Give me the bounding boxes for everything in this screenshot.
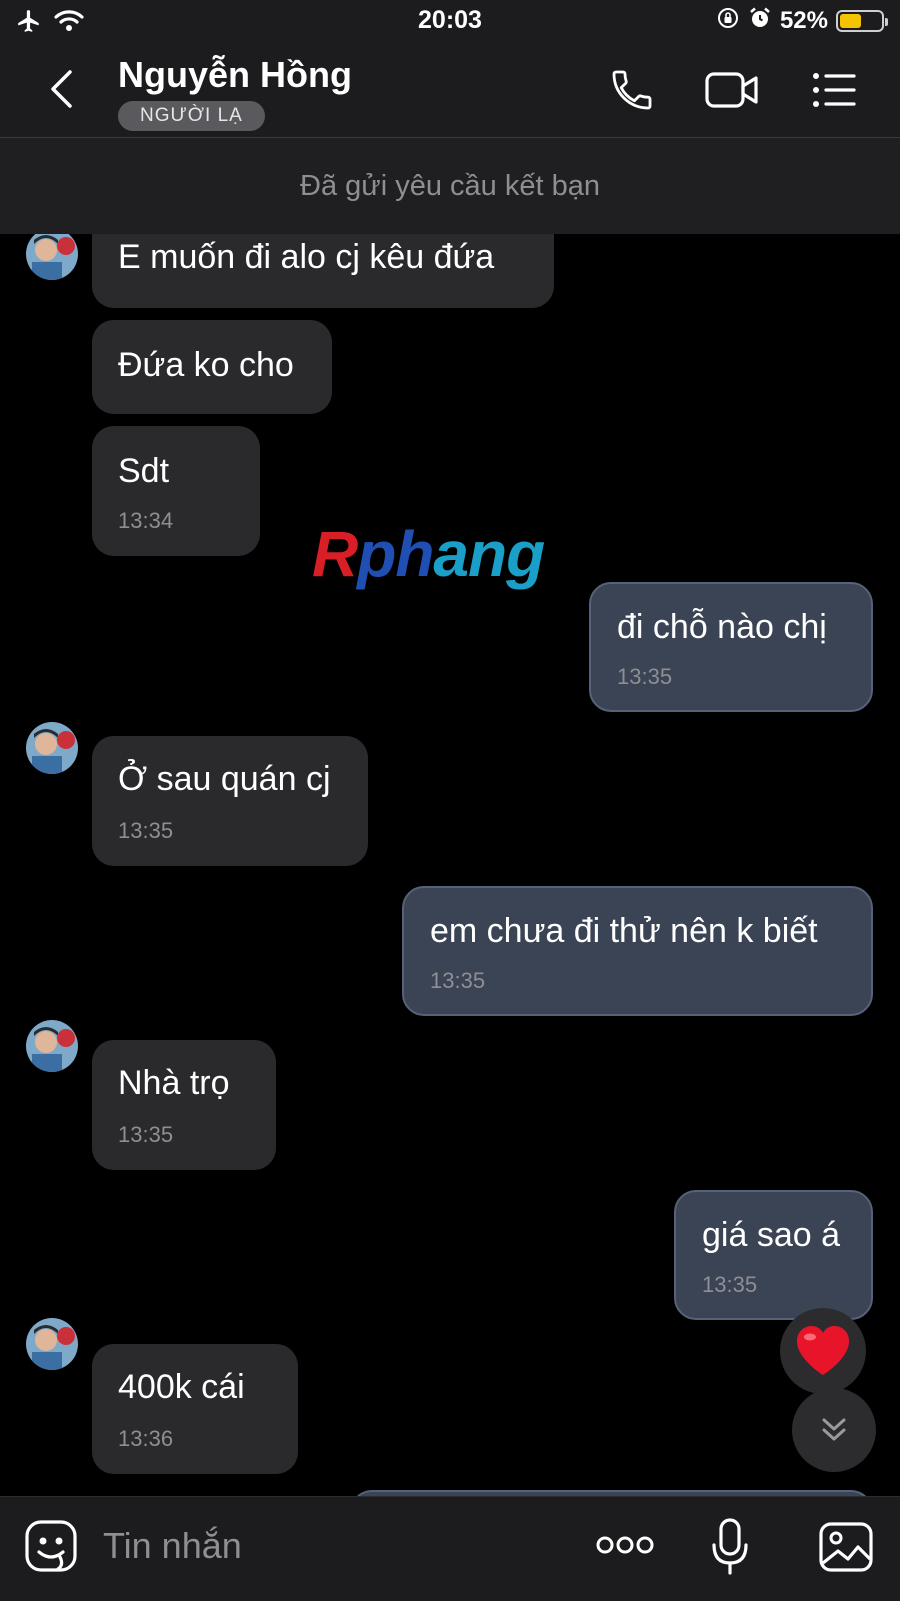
friend-request-banner: Đã gửi yêu cầu kết bạn xyxy=(0,138,900,234)
message-time: 13:35 xyxy=(617,664,673,689)
battery-percent: 52% xyxy=(779,6,828,34)
contact-avatar[interactable] xyxy=(26,1020,78,1072)
status-right: 52% xyxy=(716,6,888,35)
outgoing-message[interactable]: em chưa đi thử nên k biết 13:35 xyxy=(402,886,873,1016)
scroll-to-bottom-button[interactable] xyxy=(792,1388,876,1472)
double-chevron-down-icon xyxy=(822,1418,846,1441)
outgoing-message[interactable]: giá sao á 13:35 xyxy=(674,1190,873,1320)
back-button[interactable] xyxy=(40,66,86,112)
video-camera-icon xyxy=(705,72,758,108)
message-time: 13:35 xyxy=(702,1272,758,1297)
message-text: 400k cái xyxy=(118,1368,245,1406)
back-icon xyxy=(51,70,72,108)
message-text: E muốn đi alo cj kêu đứa xyxy=(118,238,495,276)
stranger-badge: NGƯỜI LẠ xyxy=(118,101,265,131)
contact-avatar[interactable] xyxy=(26,722,78,774)
message-text: em chưa đi thử nên k biết xyxy=(430,912,818,950)
menu-list-icon xyxy=(813,73,856,107)
message-input-bar: Tin nhắn xyxy=(0,1496,900,1601)
watermark-part: ang xyxy=(433,518,545,590)
message-time: 13:35 xyxy=(430,968,486,993)
battery-icon xyxy=(836,9,888,32)
microphone-icon xyxy=(712,1518,748,1575)
incoming-message[interactable]: Nhà trọ 13:35 xyxy=(92,1040,276,1170)
menu-button[interactable] xyxy=(810,66,858,119)
message-text: đi chỗ nào chị xyxy=(617,608,827,646)
watermark-logo: Rphang xyxy=(312,517,545,591)
message-input[interactable]: Tin nhắn xyxy=(103,1525,242,1567)
chat-header: Nguyễn Hồng NGƯỜI LẠ xyxy=(0,44,900,138)
message-time: 13:35 xyxy=(118,818,174,843)
status-bar: 20:03 52% xyxy=(0,0,900,44)
contact-avatar[interactable] xyxy=(26,234,78,280)
watermark-part: ph xyxy=(357,518,434,590)
voice-message-button[interactable] xyxy=(710,1517,750,1582)
alarm-icon xyxy=(748,6,772,35)
orientation-lock-icon xyxy=(716,6,740,35)
friend-request-text: Đã gửi yêu cầu kết bạn xyxy=(300,170,600,202)
outgoing-message[interactable]: đi chỗ nào chị 13:35 xyxy=(589,582,873,712)
incoming-message[interactable]: E muốn đi alo cj kêu đứa xyxy=(92,234,554,308)
heart-reaction-button[interactable] xyxy=(780,1308,866,1394)
more-options-button[interactable] xyxy=(596,1533,654,1562)
message-text: Đứa ko cho xyxy=(118,346,294,384)
sticker-icon xyxy=(25,1520,77,1572)
incoming-message[interactable]: 400k cái 13:36 xyxy=(92,1344,298,1474)
message-text: giá sao á xyxy=(702,1216,840,1254)
incoming-message[interactable]: Sdt 13:34 xyxy=(92,426,260,556)
heart-icon xyxy=(797,1326,849,1375)
watermark-part: R xyxy=(312,518,358,590)
incoming-message[interactable]: Đứa ko cho xyxy=(92,320,332,414)
message-time: 13:36 xyxy=(118,1426,174,1451)
incoming-message[interactable]: Ở sau quán cj 13:35 xyxy=(92,736,368,866)
battery-level-fill xyxy=(840,13,861,28)
message-time: 13:34 xyxy=(118,508,174,533)
message-text: Nhà trọ xyxy=(118,1064,230,1102)
message-time: 13:35 xyxy=(118,1122,174,1147)
video-call-button[interactable] xyxy=(704,66,760,119)
call-button[interactable] xyxy=(608,66,656,119)
contact-avatar[interactable] xyxy=(26,1318,78,1370)
sticker-button[interactable] xyxy=(24,1519,78,1580)
message-text: Ở sau quán cj xyxy=(118,760,331,798)
message-list[interactable]: E muốn đi alo cj kêu đứa Đứa ko cho Sdt … xyxy=(0,234,900,1496)
contact-name[interactable]: Nguyễn Hồng xyxy=(118,54,352,96)
phone-icon xyxy=(612,70,652,110)
image-icon xyxy=(819,1522,873,1572)
message-text: Sdt xyxy=(118,452,170,490)
send-image-button[interactable] xyxy=(818,1521,874,1578)
more-icon xyxy=(596,1536,654,1554)
